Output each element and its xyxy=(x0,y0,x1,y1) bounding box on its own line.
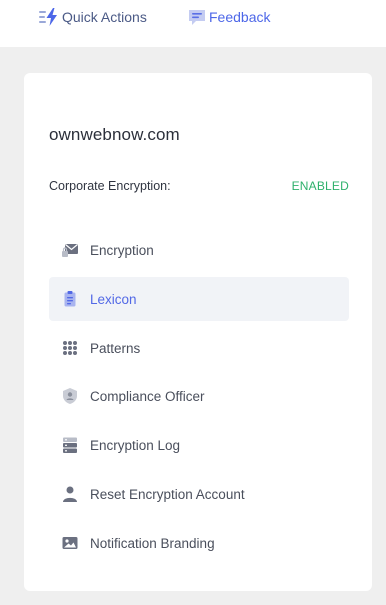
envelope-lock-icon xyxy=(61,241,79,259)
domain-title: ownwebnow.com xyxy=(49,125,180,144)
feedback-label: Feedback xyxy=(209,9,271,25)
menu-item-notification-branding[interactable]: Notification Branding xyxy=(49,521,349,565)
menu-item-label: Encryption Log xyxy=(90,437,181,453)
menu-item-patterns[interactable]: Patterns xyxy=(49,326,349,370)
menu-item-label: Notification Branding xyxy=(90,535,215,551)
menu-item-label: Lexicon xyxy=(90,291,137,307)
quick-actions-button[interactable]: Quick Actions xyxy=(38,6,147,28)
image-icon xyxy=(61,534,79,552)
server-log-icon xyxy=(61,436,79,454)
menu-item-label: Patterns xyxy=(90,340,141,356)
encryption-label: Corporate Encryption: xyxy=(49,179,171,193)
quick-actions-label: Quick Actions xyxy=(62,9,147,25)
grid-dots-icon xyxy=(61,339,79,357)
top-bar: Quick Actions Feedback xyxy=(0,0,386,47)
menu-item-reset-encryption-account[interactable]: Reset Encryption Account xyxy=(49,472,349,516)
menu-item-encryption[interactable]: Encryption xyxy=(49,228,349,272)
feedback-button[interactable]: Feedback xyxy=(187,6,270,28)
menu-item-label: Compliance Officer xyxy=(90,388,205,404)
lightning-icon xyxy=(38,7,60,27)
menu-item-compliance-officer[interactable]: Compliance Officer xyxy=(49,374,349,418)
menu-item-label: Reset Encryption Account xyxy=(90,486,245,502)
domain-card: ownwebnow.com Corporate Encryption: ENAB… xyxy=(24,73,372,591)
menu-item-label: Encryption xyxy=(90,242,154,258)
menu-item-encryption-log[interactable]: Encryption Log xyxy=(49,423,349,467)
feedback-icon xyxy=(187,7,207,27)
clipboard-icon xyxy=(61,290,79,308)
shield-user-icon xyxy=(61,387,79,405)
corporate-encryption-row: Corporate Encryption: ENABLED xyxy=(49,179,349,193)
menu-item-lexicon[interactable]: Lexicon xyxy=(49,277,349,321)
user-icon xyxy=(61,485,79,503)
encryption-status-badge: ENABLED xyxy=(291,179,349,193)
